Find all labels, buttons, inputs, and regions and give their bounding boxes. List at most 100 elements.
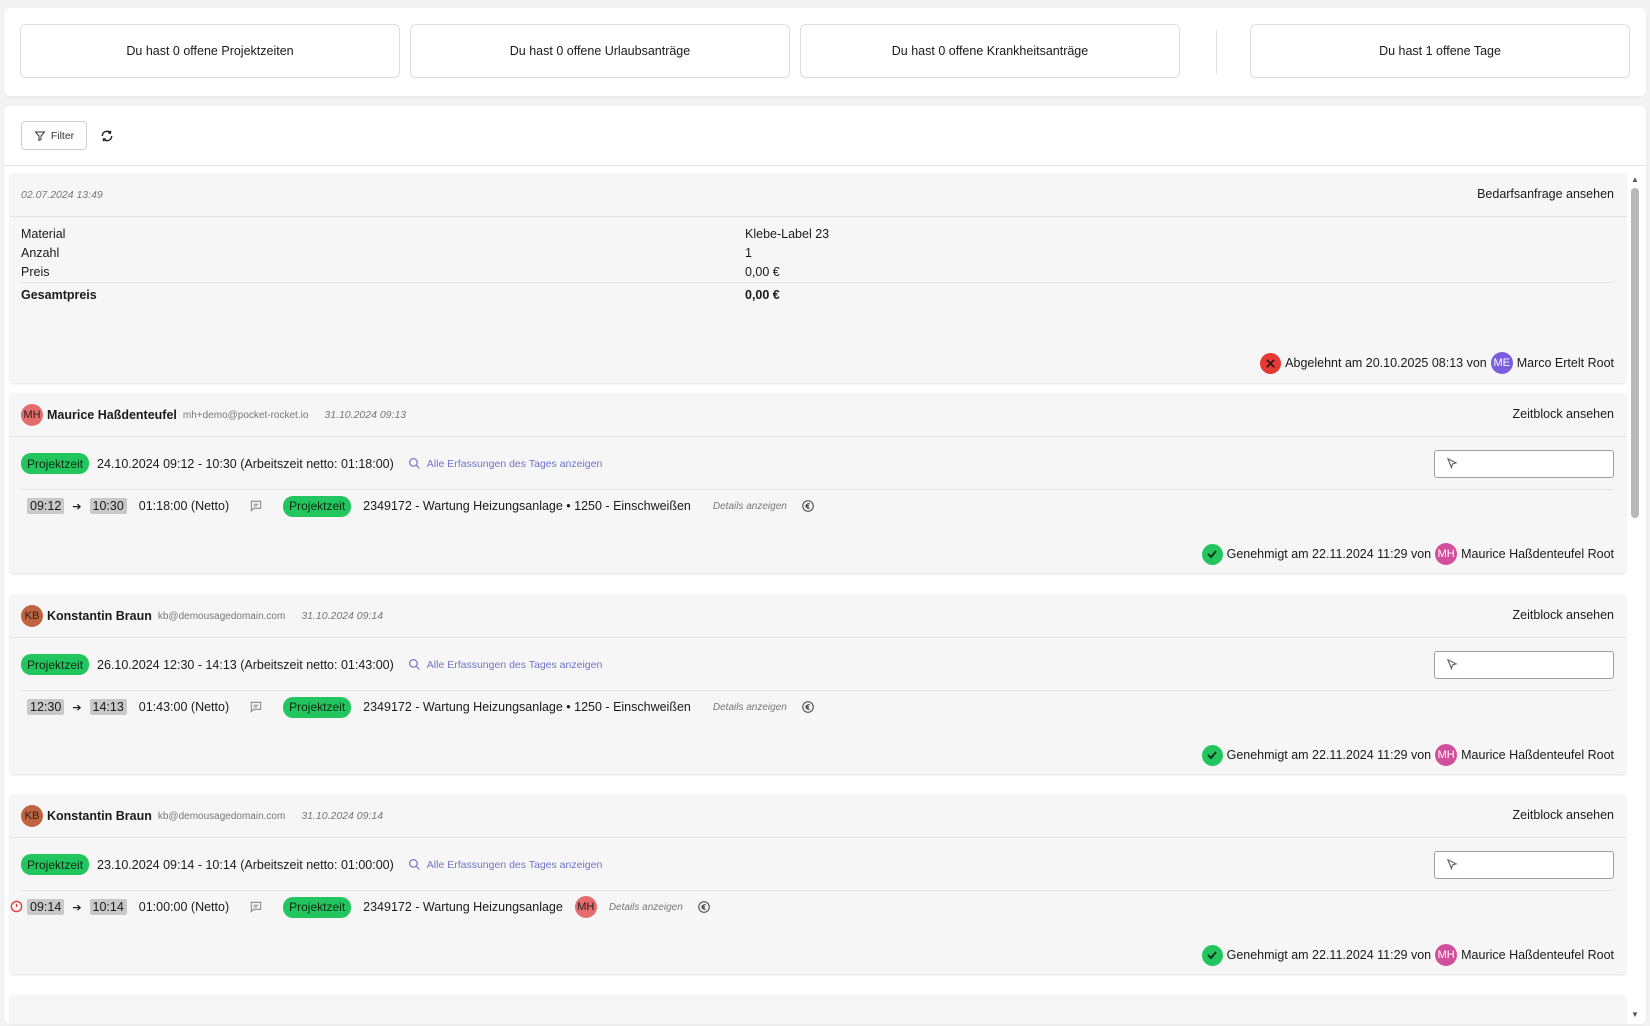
- status-user: Maurice Haßdenteufel Root: [1461, 948, 1614, 962]
- filter-button[interactable]: Filter: [21, 121, 87, 150]
- time-block-card: KB Konstantin Braun kb@demousagedomain.c…: [10, 794, 1626, 974]
- time-entry-summary: Projektzeit 23.10.2024 09:14 - 10:14 (Ar…: [21, 854, 602, 875]
- end-time: 10:30: [89, 498, 127, 514]
- show-day-entries-link[interactable]: Alle Erfassungen des Tages anzeigen: [408, 858, 603, 871]
- stat-label: Du hast 0 offene Krankheitsanträge: [891, 44, 1089, 58]
- approval-select[interactable]: [1434, 651, 1614, 679]
- stat-open-days[interactable]: Du hast 1 offene Tage: [1250, 24, 1630, 78]
- stat-open-project-times[interactable]: Du hast 0 offene Projektzeiten: [20, 24, 400, 78]
- time-entry-summary: Projektzeit 26.10.2024 12:30 - 14:13 (Ar…: [21, 654, 602, 675]
- day-link-label: Alle Erfassungen des Tages anzeigen: [426, 858, 603, 871]
- filter-icon: [34, 131, 46, 141]
- approval-status: Genehmigt am 22.11.2024 11:29 von MH Mau…: [1201, 543, 1614, 565]
- pointer-icon: [1446, 658, 1458, 671]
- status-text: Genehmigt am 22.11.2024 11:29 von: [1226, 547, 1432, 561]
- material-label: Material: [21, 227, 66, 241]
- row-divider: [21, 489, 1614, 490]
- price-label: Preis: [21, 265, 50, 279]
- person-info: KB Konstantin Braun kb@demousagedomain.c…: [21, 805, 383, 827]
- material-value: Klebe-Label 23: [745, 227, 830, 241]
- person-name: Konstantin Braun: [47, 809, 152, 823]
- time-block-card: KB Konstantin Braun kb@demousagedomain.c…: [10, 594, 1626, 774]
- approvals-list[interactable]: 02.07.2024 13:49 Bedarfsanfrage ansehen …: [4, 167, 1646, 1024]
- arrow-right-icon: ➔: [72, 901, 82, 914]
- rejection-status: Abgelehnt am 20.10.2025 08:13 von ME Mar…: [1260, 352, 1614, 374]
- stat-label: Du hast 1 offene Tage: [1379, 44, 1501, 58]
- euro-icon: [802, 701, 814, 713]
- end-time: 10:14: [89, 899, 127, 915]
- details-link[interactable]: Details anzeigen: [713, 702, 787, 713]
- person-info: MH Maurice Haßdenteufel mh+demo@pocket-r…: [21, 404, 406, 426]
- stat-label: Du hast 0 offene Urlaubsanträge: [509, 44, 691, 58]
- show-day-entries-link[interactable]: Alle Erfassungen des Tages anzeigen: [408, 658, 603, 671]
- row-divider: [21, 890, 1614, 891]
- avatar: KB: [21, 605, 43, 627]
- quantity-label: Anzahl: [21, 246, 60, 260]
- status-user: Marco Ertelt Root: [1516, 356, 1614, 370]
- filter-label: Filter: [50, 129, 75, 142]
- details-link[interactable]: Details anzeigen: [609, 902, 683, 913]
- project-time-badge: Projektzeit: [283, 696, 352, 718]
- view-time-block-link[interactable]: Zeitblock ansehen: [1513, 808, 1614, 822]
- pointer-icon: [1446, 858, 1458, 871]
- card-timestamp: 31.10.2024 09:14: [301, 610, 384, 622]
- status-user: Maurice Haßdenteufel Root: [1461, 748, 1614, 762]
- time-block-card: [10, 995, 1626, 1024]
- person-email: kb@demousagedomain.com: [157, 810, 286, 822]
- scroll-down-arrow[interactable]: ▼: [1630, 1010, 1640, 1020]
- approval-select[interactable]: [1434, 450, 1614, 478]
- comment-icon[interactable]: [249, 900, 263, 914]
- arrow-right-icon: ➔: [72, 701, 82, 714]
- day-link-label: Alle Erfassungen des Tages anzeigen: [426, 658, 603, 671]
- net-duration: 01:00:00 (Netto): [138, 900, 230, 914]
- view-time-block-link[interactable]: Zeitblock ansehen: [1513, 608, 1614, 622]
- view-request-link[interactable]: Bedarfsanfrage ansehen: [1477, 187, 1614, 201]
- net-duration: 01:18:00 (Netto): [138, 499, 230, 513]
- request-card: 02.07.2024 13:49 Bedarfsanfrage ansehen …: [10, 173, 1626, 383]
- card-timestamp: 31.10.2024 09:14: [301, 810, 384, 822]
- toolbar: Filter: [4, 106, 1646, 166]
- refresh-icon: [101, 130, 113, 142]
- price-value: 0,00 €: [745, 265, 780, 279]
- view-time-block-link[interactable]: Zeitblock ansehen: [1513, 407, 1614, 421]
- avatar: MH: [574, 896, 597, 918]
- approval-select[interactable]: [1434, 851, 1614, 879]
- refresh-button[interactable]: [97, 126, 117, 146]
- search-icon: [408, 659, 420, 670]
- scroll-up-arrow[interactable]: ▲: [1630, 175, 1640, 185]
- project-time-badge: Projektzeit: [283, 896, 352, 918]
- avatar: MH: [1435, 944, 1458, 966]
- total-divider: [21, 282, 1614, 283]
- card-timestamp: 02.07.2024 13:49: [21, 189, 103, 201]
- entry-text: 26.10.2024 12:30 - 14:13 (Arbeitszeit ne…: [97, 657, 394, 672]
- start-time: 12:30: [27, 699, 65, 715]
- entry-text: 23.10.2024 09:14 - 10:14 (Arbeitszeit ne…: [97, 857, 394, 872]
- net-duration: 01:43:00 (Netto): [138, 700, 230, 714]
- stat-open-vacation-requests[interactable]: Du hast 0 offene Urlaubsanträge: [410, 24, 790, 78]
- person-info: KB Konstantin Braun kb@demousagedomain.c…: [21, 605, 383, 627]
- quantity-value: 1: [745, 246, 752, 260]
- approval-status: Genehmigt am 22.11.2024 11:29 von MH Mau…: [1201, 944, 1614, 966]
- stat-divider: [1216, 30, 1217, 74]
- avatar: MH: [1435, 543, 1458, 565]
- card-header: KB Konstantin Braun kb@demousagedomain.c…: [10, 794, 1626, 838]
- rejected-icon: [1260, 352, 1282, 374]
- show-day-entries-link[interactable]: Alle Erfassungen des Tages anzeigen: [408, 457, 602, 470]
- summary-panel: Du hast 0 offene Projektzeiten Du hast 0…: [4, 8, 1646, 96]
- person-name: Maurice Haßdenteufel: [47, 408, 177, 422]
- avatar: MH: [1435, 744, 1458, 766]
- comment-icon[interactable]: [249, 700, 263, 714]
- card-timestamp: 31.10.2024 09:13: [324, 409, 407, 421]
- scrollbar[interactable]: ▲ ▼: [1630, 175, 1640, 1020]
- avatar: KB: [21, 805, 43, 827]
- stat-label: Du hast 0 offene Projektzeiten: [126, 44, 294, 58]
- stat-open-sick-requests[interactable]: Du hast 0 offene Krankheitsanträge: [800, 24, 1180, 78]
- details-link[interactable]: Details anzeigen: [713, 501, 787, 512]
- scroll-thumb[interactable]: [1631, 188, 1639, 518]
- project-name: 2349172 - Wartung Heizungsanlage: [363, 900, 563, 914]
- card-header: MH Maurice Haßdenteufel mh+demo@pocket-r…: [10, 393, 1626, 437]
- comment-icon[interactable]: [249, 499, 263, 513]
- project-time-badge: Projektzeit: [21, 654, 90, 675]
- total-label: Gesamtpreis: [21, 288, 97, 302]
- status-text: Abgelehnt am 20.10.2025 08:13 von: [1285, 356, 1487, 370]
